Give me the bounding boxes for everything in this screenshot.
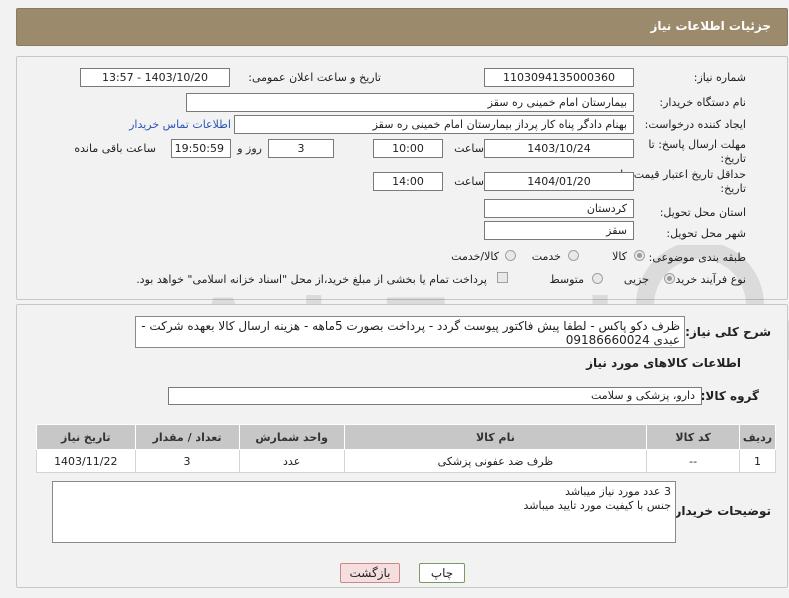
buyer-notes-line-2: جنس با کیفیت مورد تایید میباشد bbox=[523, 499, 671, 512]
category-radio-goods[interactable] bbox=[634, 250, 645, 261]
reply-time-label: ساعت bbox=[454, 142, 484, 155]
back-button[interactable]: بازگشت bbox=[340, 563, 400, 583]
page-title: جزئیات اطلاعات نیاز bbox=[650, 19, 771, 33]
need-number-label: شماره نیاز: bbox=[693, 71, 746, 84]
cell-unit: عدد bbox=[238, 449, 345, 473]
need-number-field[interactable]: 1103094135000360 bbox=[484, 68, 634, 87]
goods-section-title: اطلاعات کالاهای مورد نیاز bbox=[586, 356, 741, 370]
buyer-contact-link[interactable]: اطلاعات تماس خریدار bbox=[129, 118, 231, 131]
purchase-radio-minor[interactable] bbox=[664, 273, 675, 284]
reply-date-field[interactable]: 1403/10/24 bbox=[484, 139, 634, 158]
page-header: جزئیات اطلاعات نیاز bbox=[16, 8, 788, 46]
price-validity-date-field[interactable]: 1404/01/20 bbox=[484, 172, 634, 191]
category-radio-goods-service[interactable] bbox=[505, 250, 516, 261]
remaining-time-field[interactable]: 19:50:59 bbox=[171, 139, 231, 158]
goods-group-field[interactable]: دارو، پزشکی و سلامت bbox=[168, 387, 702, 405]
requester-label: ایجاد کننده درخواست: bbox=[644, 118, 746, 131]
cell-need-date: 1403/11/22 bbox=[36, 449, 136, 473]
city-label: شهر محل تحویل: bbox=[666, 227, 746, 240]
cell-quantity: 3 bbox=[134, 449, 240, 473]
buyer-notes-line-1: 3 عدد مورد نیاز میباشد bbox=[565, 485, 671, 498]
buyer-notes-label: توضیحات خریدار: bbox=[669, 504, 771, 518]
col-row-number: ردیف bbox=[739, 424, 776, 450]
purchase-option-minor: جزیی bbox=[623, 273, 649, 286]
table-row[interactable]: 1 -- ظرف ضد عفونی پزشکی عدد 3 1403/11/22 bbox=[36, 449, 776, 473]
reply-deadline-label: مهلت ارسال پاسخ: تا bbox=[648, 138, 746, 151]
goods-table-header: ردیف کد کالا نام کالا واحد شمارش تعداد /… bbox=[36, 424, 776, 450]
announce-datetime-field[interactable]: 1403/10/20 - 13:57 bbox=[80, 68, 230, 87]
price-validity-time-field[interactable]: 14:00 bbox=[373, 172, 443, 191]
col-item-name: نام کالا bbox=[343, 424, 648, 450]
buyer-org-field[interactable]: بیمارستان امام خمینی ره سقز bbox=[186, 93, 634, 112]
purchase-type-label: نوع فرآیند خرید : bbox=[668, 273, 746, 286]
purchase-radio-medium[interactable] bbox=[592, 273, 603, 284]
goods-table: ردیف کد کالا نام کالا واحد شمارش تعداد /… bbox=[36, 424, 776, 473]
reply-time-field[interactable]: 10:00 bbox=[373, 139, 443, 158]
buyer-org-label: نام دستگاه خریدار: bbox=[659, 96, 746, 109]
cell-item-name: ظرف ضد عفونی پزشکی bbox=[343, 449, 648, 473]
col-quantity: تعداد / مقدار bbox=[134, 424, 240, 450]
days-remaining-field[interactable]: 3 bbox=[268, 139, 334, 158]
city-field[interactable]: سقز bbox=[484, 221, 634, 240]
cell-item-code: -- bbox=[646, 449, 741, 473]
category-option-service: خدمت bbox=[531, 250, 561, 263]
treasury-payment-note: پرداخت تمام یا بخشی از مبلغ خرید،از محل … bbox=[136, 273, 487, 286]
category-label: طبقه بندی موضوعی: bbox=[648, 251, 746, 264]
province-label: استان محل تحویل: bbox=[659, 206, 746, 219]
treasury-payment-checkbox[interactable] bbox=[497, 272, 508, 283]
goods-group-label: گروه کالا: bbox=[700, 389, 759, 403]
description-text: ظرف دکو پاکس - لطفا پیش فاکتور پیوست گرد… bbox=[141, 319, 680, 347]
reply-deadline-label-2: تاریخ: bbox=[720, 152, 746, 165]
price-validity-label: حداقل تاریخ اعتبار قیمت: تا bbox=[620, 168, 746, 181]
announce-datetime-label: تاریخ و ساعت اعلان عمومی: bbox=[248, 71, 381, 84]
purchase-option-medium: متوسط bbox=[549, 273, 584, 286]
days-label: روز و bbox=[237, 142, 262, 155]
remaining-time-label: ساعت باقی مانده bbox=[74, 142, 156, 155]
cell-row-number: 1 bbox=[739, 449, 776, 473]
buyer-notes-textarea[interactable]: 3 عدد مورد نیاز میباشد جنس با کیفیت مورد… bbox=[52, 481, 676, 543]
print-button[interactable]: چاپ bbox=[419, 563, 465, 583]
col-unit: واحد شمارش bbox=[238, 424, 345, 450]
description-textarea[interactable]: ظرف دکو پاکس - لطفا پیش فاکتور پیوست گرد… bbox=[135, 316, 685, 348]
requester-field[interactable]: بهنام دادگر پناه کار پرداز بیمارستان اما… bbox=[234, 115, 634, 134]
description-label: شرح کلی نیاز: bbox=[685, 325, 771, 339]
price-validity-time-label: ساعت bbox=[454, 175, 484, 188]
category-option-goods-service: کالا/خدمت bbox=[451, 250, 499, 263]
col-need-date: تاریخ نیاز bbox=[36, 424, 136, 450]
category-option-goods: کالا bbox=[612, 250, 627, 263]
category-radio-service[interactable] bbox=[568, 250, 579, 261]
price-validity-label-2: تاریخ: bbox=[720, 182, 746, 195]
province-field[interactable]: کردستان bbox=[484, 199, 634, 218]
col-item-code: کد کالا bbox=[646, 424, 741, 450]
